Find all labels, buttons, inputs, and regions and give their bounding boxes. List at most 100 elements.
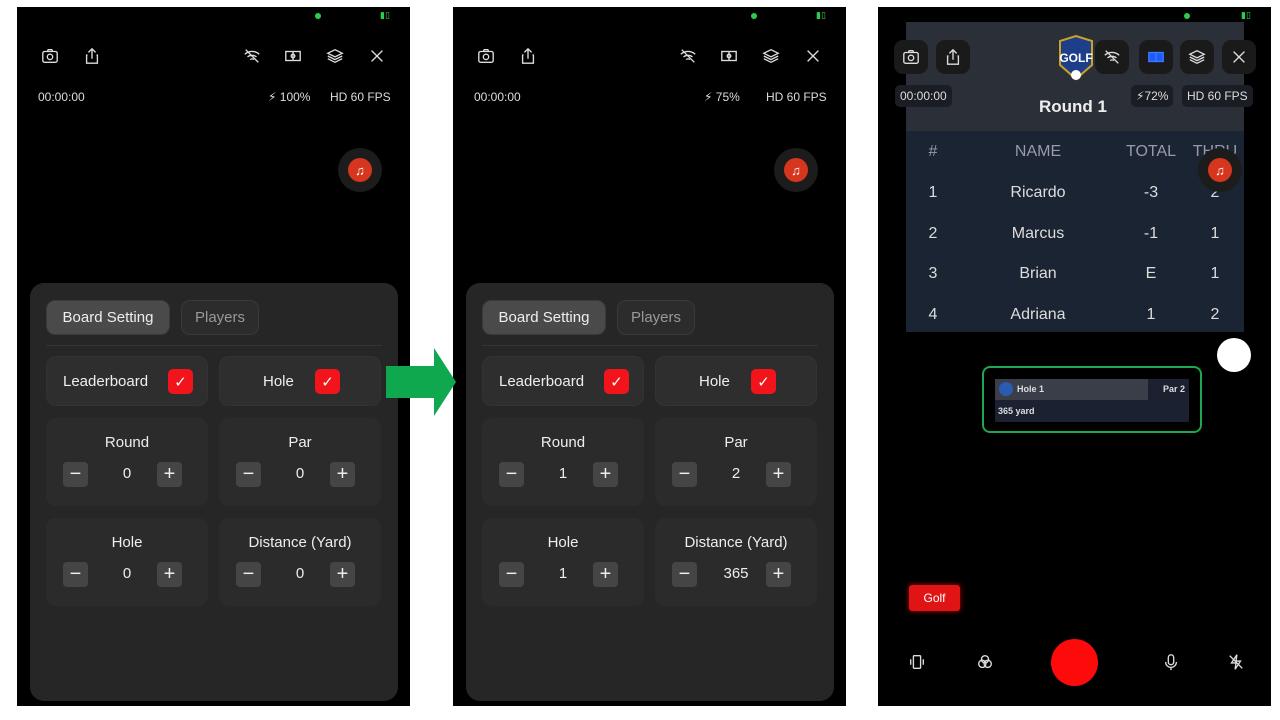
toggle-hole[interactable]: Hole ✓ <box>219 356 381 406</box>
share-button[interactable] <box>81 45 103 67</box>
wifi-off-button[interactable] <box>1095 40 1129 74</box>
music-button[interactable]: ♫ <box>338 148 382 192</box>
leaderboard-cell: 3 <box>928 265 938 282</box>
golf-mode-button[interactable]: Golf <box>909 585 960 611</box>
share-button[interactable] <box>517 45 539 67</box>
increment-button[interactable]: + <box>766 562 791 587</box>
decrement-button[interactable]: − <box>499 562 524 587</box>
layers-button[interactable] <box>760 45 782 67</box>
filters-icon[interactable] <box>974 651 996 673</box>
par-label: Par 2 <box>1162 384 1185 394</box>
drag-handle[interactable] <box>1217 338 1251 372</box>
increment-button[interactable]: + <box>330 562 355 587</box>
stepper-value: 0 <box>295 465 305 482</box>
record-button[interactable] <box>1051 639 1098 686</box>
close-button[interactable] <box>802 45 824 67</box>
wifi-off-icon <box>680 49 696 63</box>
camera-flip-button[interactable] <box>39 45 61 67</box>
camera-flip-icon <box>42 49 58 63</box>
close-icon <box>807 50 819 62</box>
scoreboard-button[interactable] <box>718 45 740 67</box>
share-button[interactable] <box>936 40 970 74</box>
close-button[interactable] <box>1222 40 1256 74</box>
decrement-button[interactable]: − <box>672 562 697 587</box>
decrement-button[interactable]: − <box>63 462 88 487</box>
increment-button[interactable]: + <box>157 462 182 487</box>
stepper-label: Distance (Yard) <box>248 534 352 551</box>
share-icon <box>946 48 960 65</box>
column-header: # <box>928 143 938 160</box>
leaderboard-cell: -1 <box>1143 224 1159 242</box>
leaderboard-cell: Brian <box>1019 265 1057 282</box>
music-button[interactable]: ♫ <box>774 148 818 192</box>
flash-off-icon[interactable] <box>1225 651 1247 673</box>
settings-screen-before: ▮▯ 00:00:00 ⚡ 100% HD 60 FPS ♫ Board Setting P… <box>17 7 410 706</box>
stepper-value: 1 <box>558 465 568 482</box>
increment-button[interactable]: + <box>593 562 618 587</box>
increment-button[interactable]: + <box>330 462 355 487</box>
quality-status: HD 60 FPS <box>1182 85 1253 107</box>
checkbox-checked-icon[interactable]: ✓ <box>751 369 776 394</box>
scoreboard-button[interactable] <box>282 45 304 67</box>
decrement-button[interactable]: − <box>63 562 88 587</box>
scoreboard-button[interactable] <box>1139 40 1173 74</box>
arrow-right-icon <box>386 348 456 416</box>
recording-timer: 00:00:00 <box>895 85 952 107</box>
scoreboard-icon <box>1148 51 1164 63</box>
vibrate-icon[interactable] <box>906 651 928 673</box>
layers-button[interactable] <box>1180 40 1214 74</box>
leaderboard-cell: -3 <box>1143 184 1159 201</box>
checkbox-checked-icon[interactable]: ✓ <box>315 369 340 394</box>
leaderboard-cell: E <box>1145 265 1157 282</box>
decrement-button[interactable]: − <box>499 462 524 487</box>
tab-players[interactable]: Players <box>181 300 259 335</box>
decrement-button[interactable]: − <box>236 462 261 487</box>
stepper-label: Par <box>724 434 748 451</box>
toggle-leaderboard[interactable]: Leaderboard ✓ <box>482 356 644 406</box>
hole-overlay[interactable]: Hole 1 Par 2 365 yard <box>982 366 1202 433</box>
checkbox-checked-icon[interactable]: ✓ <box>604 369 629 394</box>
decrement-button[interactable]: − <box>672 462 697 487</box>
increment-button[interactable]: + <box>766 462 791 487</box>
camera-flip-button[interactable] <box>475 45 497 67</box>
wifi-off-button[interactable] <box>241 45 263 67</box>
layers-button[interactable] <box>324 45 346 67</box>
toggle-label: Hole <box>263 373 294 390</box>
toggle-hole[interactable]: Hole ✓ <box>655 356 817 406</box>
increment-button[interactable]: + <box>157 562 182 587</box>
leaderboard-cell: Adriana <box>1010 305 1066 323</box>
stepper-par: Par − 0 + <box>219 418 381 506</box>
stepper-label: Round <box>104 434 150 451</box>
camera-indicator <box>1184 13 1190 19</box>
share-icon <box>85 47 99 64</box>
stepper-hole: Hole − 0 + <box>46 518 208 606</box>
wifi-off-button[interactable] <box>677 45 699 67</box>
leaderboard-cell: 1 <box>928 184 938 201</box>
decrement-button[interactable]: − <box>236 562 261 587</box>
battery-icon: ▮▯ <box>816 10 826 20</box>
mic-icon[interactable] <box>1160 651 1182 673</box>
stepper-value: 0 <box>295 565 305 582</box>
music-button[interactable]: ♫ <box>1198 148 1242 192</box>
battery-status: ⚡ 100% <box>268 90 311 104</box>
column-header: NAME <box>1014 143 1062 160</box>
camera-flip-icon <box>478 49 494 63</box>
increment-button[interactable]: + <box>593 462 618 487</box>
leaderboard-cell: 1 <box>1210 224 1220 242</box>
quality-status: HD 60 FPS <box>766 90 827 104</box>
tab-players[interactable]: Players <box>617 300 695 335</box>
tab-board-setting[interactable]: Board Setting <box>46 300 170 335</box>
battery-status: ⚡ 72% <box>1131 85 1174 107</box>
toggle-leaderboard[interactable]: Leaderboard ✓ <box>46 356 208 406</box>
close-icon <box>371 50 383 62</box>
recording-timer: 00:00:00 <box>474 90 521 104</box>
divider <box>482 345 818 346</box>
tab-board-setting[interactable]: Board Setting <box>482 300 606 335</box>
golf-logo: GOLF <box>1056 34 1096 81</box>
camera-flip-button[interactable] <box>894 40 928 74</box>
settings-screen-after: ▮▯ 00:00:00 ⚡ 75% HD 60 FPS ♫ Board Setting Pl… <box>453 7 846 706</box>
leaderboard-cell: 2 <box>1210 305 1220 323</box>
checkbox-checked-icon[interactable]: ✓ <box>168 369 193 394</box>
bolt-icon: ⚡ <box>1136 89 1145 103</box>
close-button[interactable] <box>366 45 388 67</box>
